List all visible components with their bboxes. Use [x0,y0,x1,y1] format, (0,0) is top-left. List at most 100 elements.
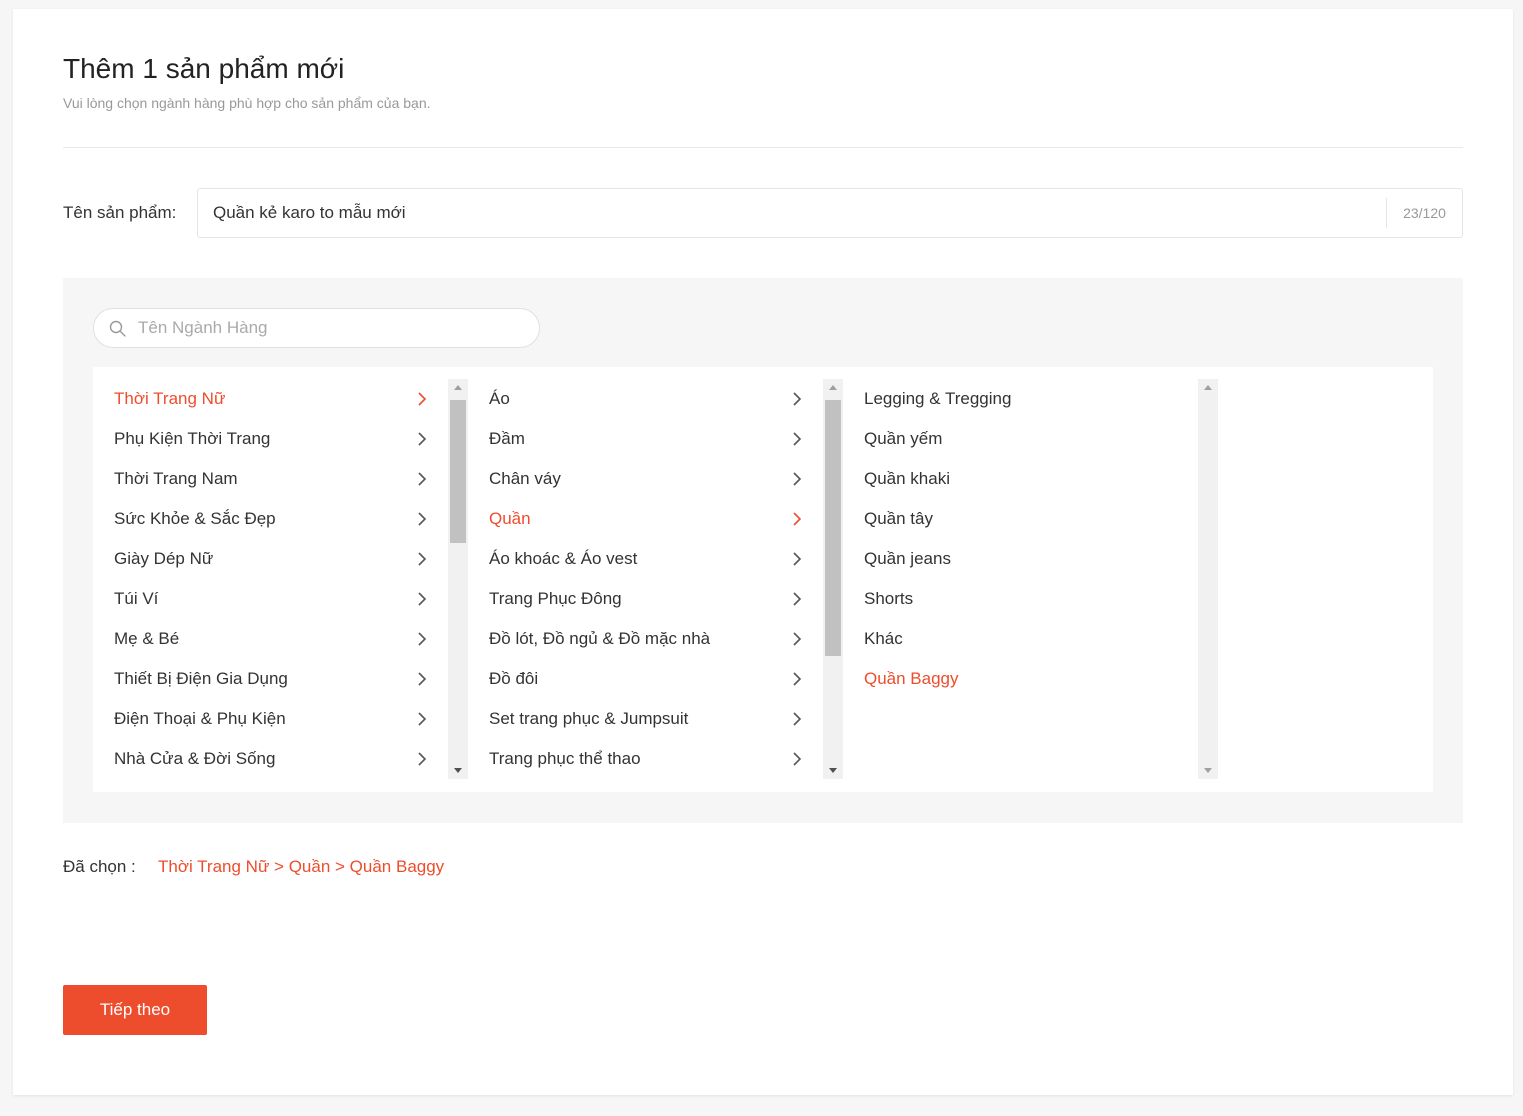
chevron-right-icon [418,392,427,406]
category-item[interactable]: Quần khaki [843,459,1198,499]
selected-label: Đã chọn : [63,857,136,876]
chevron-right-icon [793,392,802,406]
divider [63,147,1463,148]
category-item[interactable]: Đầm [468,419,823,459]
category-item-label: Áo [489,389,510,408]
category-item-label: Quần [489,509,531,528]
category-item-label: Quần khaki [864,469,950,488]
category-item[interactable]: Trang Phục Đông [468,579,823,619]
chevron-right-icon [418,712,427,726]
chevron-right-icon [418,512,427,526]
scroll-up-arrow-icon[interactable] [1198,379,1218,396]
category-item[interactable]: Áo khoác & Áo vest [468,539,823,579]
char-counter: 23/120 [1386,198,1462,228]
category-item[interactable]: Quần Baggy [843,659,1198,699]
category-item-label: Quần Baggy [864,669,959,688]
scrollbar[interactable] [1198,379,1218,779]
category-list: Áo Đầm Chân váy Quần Áo khoác & Áo vest Trang… [468,379,823,779]
category-item[interactable]: Phụ Kiện Thời Trang [93,419,448,459]
page-subtitle: Vui lòng chọn ngành hàng phù hợp cho sản… [63,95,431,111]
category-item-label: Điện Thoại & Phụ Kiện [114,709,286,728]
category-item-label: Shorts [864,589,914,608]
category-column-3: Legging & Tregging Quần yếm Quần khaki Quần… [843,379,1218,779]
scroll-down-arrow-icon[interactable] [448,762,468,779]
chevron-right-icon [793,512,802,526]
chevron-right-icon [793,632,802,646]
chevron-right-icon [418,552,427,566]
category-item[interactable]: Áo [468,379,823,419]
category-item[interactable]: Thời Trang Nữ [93,379,448,419]
category-item[interactable]: Mẹ & Bé [93,619,448,659]
category-column-2: Áo Đầm Chân váy Quần Áo khoác & Áo vest Trang… [468,379,843,779]
search-icon [109,320,126,337]
category-item-label: Quần tây [864,509,933,528]
category-list: Thời Trang Nữ Phụ Kiện Thời Trang Thời Tra… [93,379,448,779]
category-item-label: Thiết Bị Điện Gia Dụng [114,669,288,688]
category-item[interactable]: Đồ đôi [468,659,823,699]
scroll-up-arrow-icon[interactable] [448,379,468,396]
category-item-label: Khác [864,629,903,648]
category-item-label: Thời Trang Nữ [114,389,226,408]
category-item[interactable]: Khác [843,619,1198,659]
category-item-label: Nhà Cửa & Đời Sống [114,749,276,768]
category-item-label: Đầm [489,429,525,448]
category-item[interactable]: Sức Khỏe & Sắc Đẹp [93,499,448,539]
product-name-input[interactable] [213,189,1363,237]
category-list: Legging & Tregging Quần yếm Quần khaki Quần… [843,379,1198,779]
category-item[interactable]: Quần [468,499,823,539]
scrollbar[interactable] [823,379,843,779]
chevron-right-icon [793,752,802,766]
category-item[interactable]: Set trang phục & Jumpsuit [468,699,823,739]
scrollbar[interactable] [448,379,468,779]
category-item[interactable]: Quần tây [843,499,1198,539]
scroll-down-arrow-icon[interactable] [1198,762,1218,779]
chevron-right-icon [793,432,802,446]
category-item[interactable]: Thiết Bị Điện Gia Dụng [93,659,448,699]
category-item-label: Chân váy [489,469,561,488]
chevron-right-icon [793,592,802,606]
category-item[interactable]: Legging & Tregging [843,379,1198,419]
chevron-right-icon [418,472,427,486]
category-item-label: Trang phục thể thao [489,749,641,768]
category-item[interactable]: Quần jeans [843,539,1198,579]
category-item-label: Đồ lót, Đồ ngủ & Đồ mặc nhà [489,629,711,648]
category-item[interactable]: Điện Thoại & Phụ Kiện [93,699,448,739]
category-item-label: Đồ đôi [489,669,539,688]
category-item[interactable]: Shorts [843,579,1198,619]
category-search-input[interactable] [138,309,518,347]
chevron-right-icon [793,472,802,486]
next-button[interactable]: Tiếp theo [63,985,207,1035]
chevron-right-icon [418,672,427,686]
category-item-label: Thời Trang Nam [114,469,238,488]
add-product-card: Thêm 1 sản phẩm mới Vui lòng chọn ngành … [13,9,1513,1095]
category-columns: Thời Trang Nữ Phụ Kiện Thời Trang Thời Tra… [93,367,1433,792]
category-item-label: Mẹ & Bé [114,629,180,648]
category-item[interactable]: Giày Dép Nữ [93,539,448,579]
scrollbar-thumb[interactable] [825,400,841,656]
scrollbar-thumb[interactable] [450,400,466,543]
category-item[interactable]: Đồ lót, Đồ ngủ & Đồ mặc nhà [468,619,823,659]
category-item-label: Trang Phục Đông [489,589,622,608]
chevron-right-icon [418,432,427,446]
category-search [93,308,540,348]
chevron-right-icon [793,552,802,566]
category-item[interactable]: Túi Ví [93,579,448,619]
category-item-label: Giày Dép Nữ [114,549,214,568]
category-item-label: Quần yếm [864,429,943,448]
scroll-down-arrow-icon[interactable] [823,762,843,779]
category-item[interactable]: Thời Trang Nam [93,459,448,499]
product-name-label: Tên sản phẩm: [63,203,177,222]
category-item[interactable]: Quần yếm [843,419,1198,459]
category-item-label: Set trang phục & Jumpsuit [489,709,689,728]
product-name-field: 23/120 [197,188,1463,238]
category-item-label: Phụ Kiện Thời Trang [114,429,271,448]
category-item[interactable]: Chân váy [468,459,823,499]
category-item-label: Quần jeans [864,549,951,568]
category-item-label: Sức Khỏe & Sắc Đẹp [114,509,276,528]
page-title: Thêm 1 sản phẩm mới [63,53,345,84]
category-item[interactable]: Nhà Cửa & Đời Sống [93,739,448,779]
chevron-right-icon [793,712,802,726]
category-item[interactable]: Trang phục thể thao [468,739,823,779]
chevron-right-icon [418,752,427,766]
scroll-up-arrow-icon[interactable] [823,379,843,396]
